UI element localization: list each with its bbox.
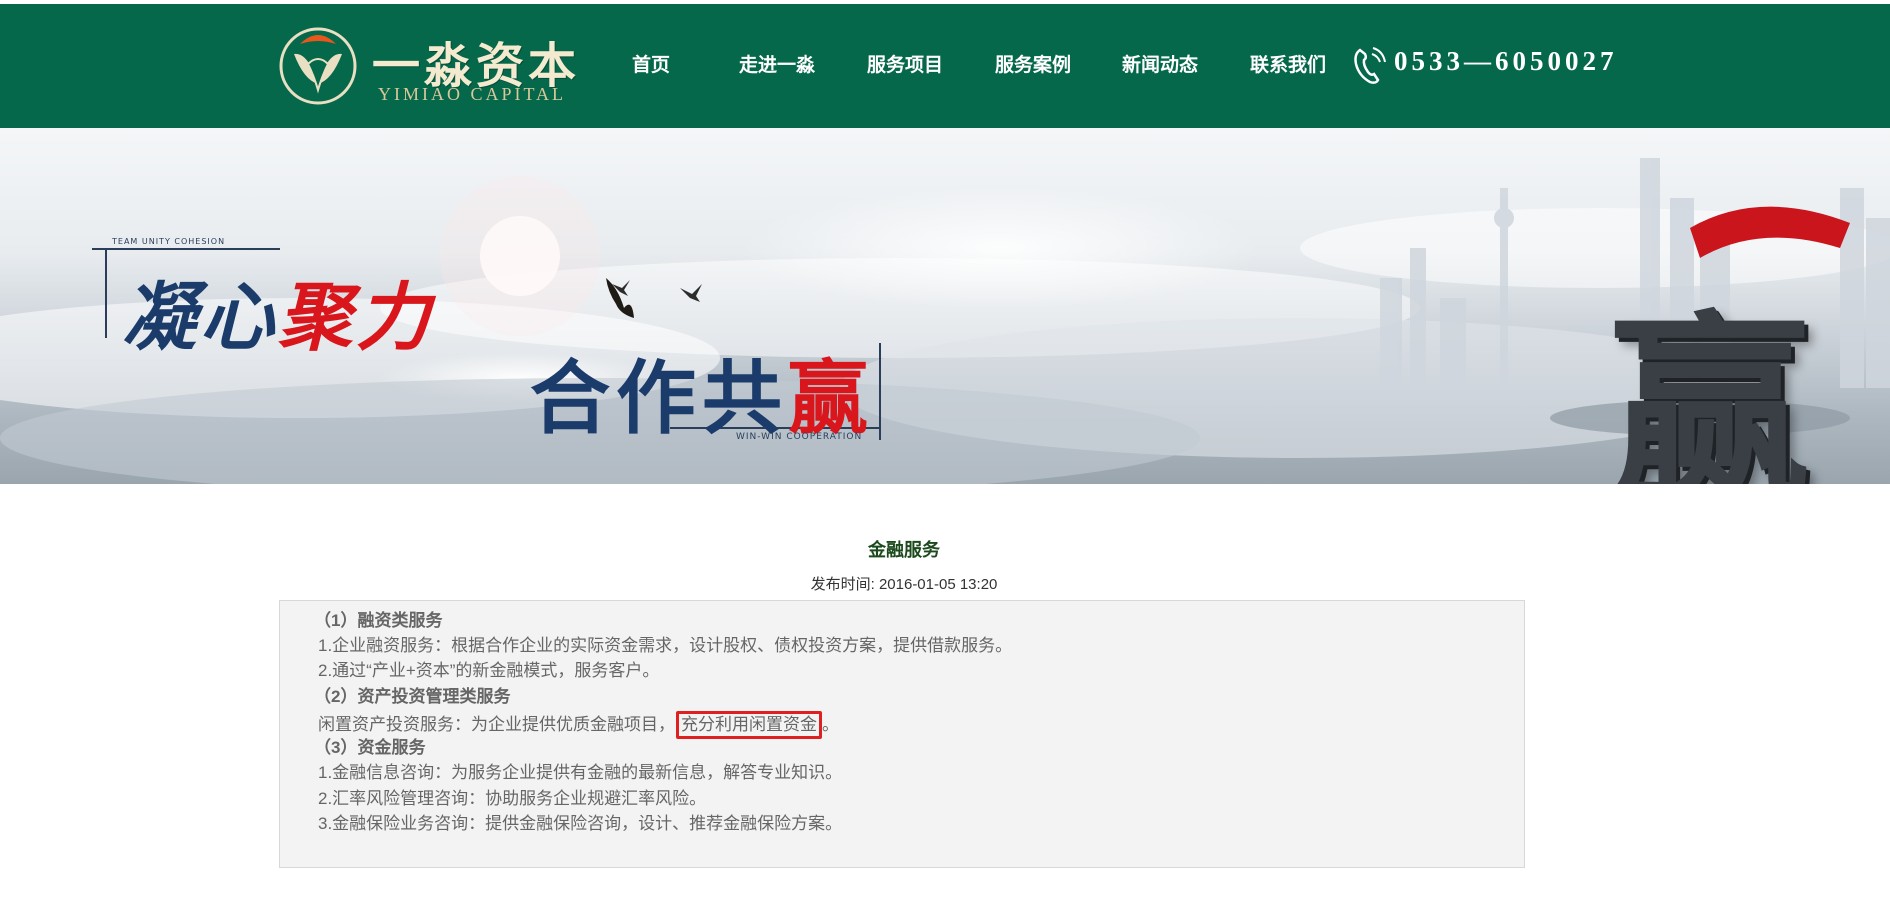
content-heading: （3）资金服务 (314, 738, 426, 757)
highlighted-text: 充分利用闲置资金 (676, 711, 822, 739)
logo-emblem-icon (279, 27, 357, 105)
content-heading: （2）资产投资管理类服务 (314, 687, 511, 706)
logo-text-en: YIMIAO CAPITAL (378, 84, 567, 104)
site-header: 一淼资本 YIMIAO CAPITAL 首页 走进一淼 服务项目 服务案例 新闻… (0, 4, 1890, 128)
slogan-1-part-b: 聚力 (278, 275, 434, 361)
phone-icon (1354, 47, 1386, 84)
phone-number: 0533—6050027 (1394, 46, 1618, 76)
content-line: 2.通过“产业+资本”的新金融模式，服务客户。 (318, 661, 660, 680)
article-publish-time: 发布时间: 2016-01-05 13:20 (810, 576, 998, 593)
nav-cases[interactable]: 服务案例 (995, 50, 1071, 77)
content-line: 3.金融保险业务咨询：提供金融保险咨询，设计、推荐金融保险方案。 (318, 814, 843, 833)
banner-win-statue: 赢 (1610, 295, 1811, 484)
banner-tag-top: TEAM UNITY COHESION (112, 237, 226, 246)
nav-home[interactable]: 首页 (632, 50, 670, 77)
banner-tag-bottom: WIN-WIN COOPERATION (736, 432, 863, 442)
nav-contact[interactable]: 联系我们 (1250, 50, 1326, 77)
banner-slogan-1: 凝心聚力 (122, 258, 434, 365)
hero-banner: TEAM UNITY COHESION 凝心聚力 合作共赢 WIN-WIN CO… (0, 128, 1890, 484)
nav-services[interactable]: 服务项目 (867, 50, 943, 77)
article-title: 金融服务 (868, 540, 940, 561)
slogan-1-part-a: 凝心 (122, 275, 278, 361)
site-logo[interactable]: 一淼资本 YIMIAO CAPITAL (278, 24, 588, 108)
article-content: （1）融资类服务 1.企业融资服务：根据合作企业的实际资金需求，设计股权、债权投… (279, 600, 1525, 868)
content-line-highlighted: 闲置资产投资服务：为企业提供优质金融项目， 充分利用闲置资金。 (318, 711, 839, 739)
content-text: 。 (822, 715, 839, 734)
content-text: 闲置资产投资服务：为企业提供优质金融项目， (318, 715, 675, 734)
nav-news[interactable]: 新闻动态 (1122, 50, 1198, 77)
content-heading: （1）融资类服务 (314, 611, 443, 630)
content-line: 1.企业融资服务：根据合作企业的实际资金需求，设计股权、债权投资方案，提供借款服… (318, 636, 1013, 655)
content-line: 2.汇率风险管理咨询：协助服务企业规避汇率风险。 (318, 789, 707, 808)
nav-about[interactable]: 走进一淼 (739, 50, 815, 77)
content-line: 1.金融信息咨询：为服务企业提供有金融的最新信息，解答专业知识。 (318, 763, 843, 782)
